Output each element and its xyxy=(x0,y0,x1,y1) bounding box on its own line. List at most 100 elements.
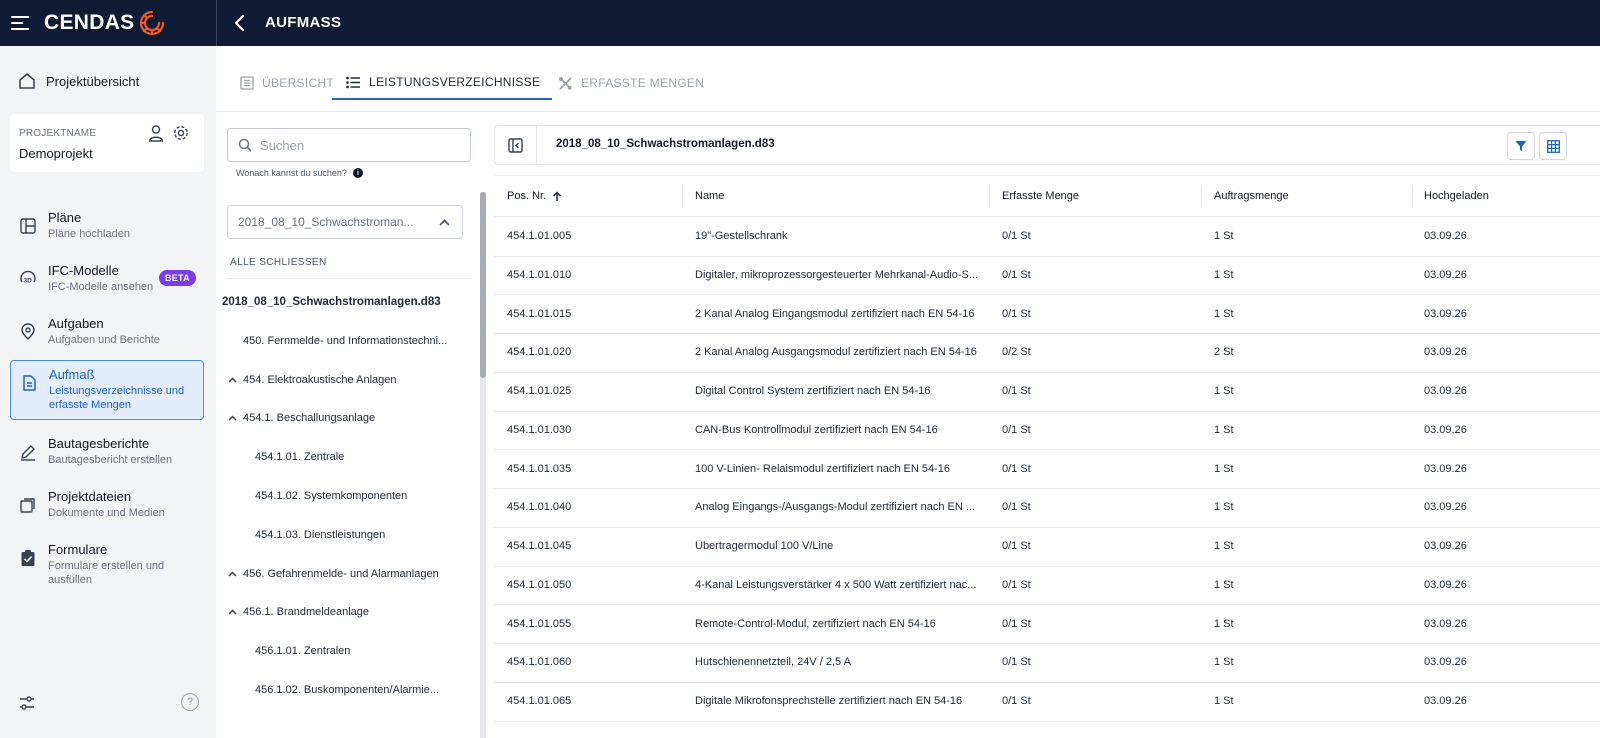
tree-item[interactable]: 454. Elektroakustische Anlagen xyxy=(228,374,397,386)
table-row[interactable]: 454.1.01.015 2 Kanal Analog Eingangsmodul… xyxy=(494,295,1600,334)
cell-hochgeladen: 03.09.26 xyxy=(1424,501,1467,514)
tree-item[interactable]: 456. Gefahrenmelde- und Alarmanlagen xyxy=(228,568,439,580)
topbar-divider xyxy=(216,0,217,46)
project-name: Demoprojekt xyxy=(19,146,93,161)
column-header-name[interactable]: Name xyxy=(695,190,724,202)
cell-erfasste-menge: 0/1 St xyxy=(1002,462,1031,475)
sidebar-item-bautagesberichte[interactable]: Bautagesberichte Bautagesbericht erstelle… xyxy=(10,430,204,473)
table-row[interactable]: 454.1.01.030 CAN-Bus Kontrollmodul zertif… xyxy=(494,411,1600,451)
cell-auftragsmenge: 1 St xyxy=(1214,385,1234,397)
cell-pos-nr: 454.1.01.040 xyxy=(507,501,572,514)
search-placeholder: Suchen xyxy=(260,137,305,153)
table-row[interactable]: 454.1.01.035 100 V-Linien- Relaismodul ze… xyxy=(494,450,1600,489)
table-row[interactable]: 454.1.01.005 19"-Gestellschrank 0/1 St 1 St… xyxy=(494,217,1600,257)
back-button[interactable] xyxy=(226,9,254,37)
gear-icon[interactable] xyxy=(172,124,190,142)
table-row[interactable]: 454.1.01.055 Remote-Control-Modul, zertif… xyxy=(494,605,1600,644)
tab-leistungsverzeichnisse[interactable]: LEISTUNGSVERZEICHNISSE xyxy=(332,66,553,100)
column-header-auftragsmenge[interactable]: Auftragsmenge xyxy=(1214,190,1289,202)
column-header-pos-nr[interactable]: Pos. Nr. xyxy=(507,190,562,202)
table-row[interactable]: 454.1.01.065 Digitale Mikrofonsprechstell… xyxy=(494,682,1600,722)
tab-uebersicht[interactable]: ÜBERSICHT xyxy=(236,66,338,100)
sidebar-item-plaene[interactable]: Pläne Pläne hochladen xyxy=(10,204,204,247)
cell-name: 4-Kanal Leistungsverstärker 4 x 500 Watt… xyxy=(695,578,977,591)
sidebar-item-aufmass[interactable]: Aufmaß Leistungsverzeichnisse und erfasst… xyxy=(10,360,204,420)
user-icon[interactable] xyxy=(148,124,164,142)
table-row[interactable]: 454.1.01.050 4-Kanal Leistungsverstärker … xyxy=(494,566,1600,606)
sidebar-item-title: Pläne xyxy=(48,210,82,225)
chevron-up-icon[interactable] xyxy=(228,609,237,615)
column-header-erfasste-menge[interactable]: Erfasste Menge xyxy=(1002,190,1079,202)
cell-auftragsmenge: 1 St xyxy=(1214,540,1234,552)
cell-hochgeladen: 03.09.26 xyxy=(1424,656,1467,669)
sidebar-item-title: Formulare xyxy=(48,542,108,557)
cell-erfasste-menge: 0/1 St xyxy=(1002,617,1031,630)
cell-name: Hutschienennetzteil, 24V / 2,5 A xyxy=(695,656,851,669)
table-header: Pos. Nr. Name Erfasste Menge Auftragsmen… xyxy=(494,175,1600,217)
cell-erfasste-menge: 0/1 St xyxy=(1002,230,1031,242)
tab-bar: ÜBERSICHT LEISTUNGSVERZEICHNISSE ERFASST… xyxy=(216,46,1600,112)
cell-name: 2 Kanal Analog Eingangsmodul zertifizier… xyxy=(695,307,975,320)
tab-label: LEISTUNGSVERZEICHNISSE xyxy=(369,75,541,89)
tree-item[interactable]: 454.1.02. Systemkomponenten xyxy=(255,490,407,502)
logo[interactable]: CENDAS xyxy=(44,9,166,37)
tree-item[interactable]: 454.1.01. Zentrale xyxy=(255,451,344,463)
sidebar-item-project-overview[interactable]: Projektübersicht xyxy=(18,72,139,90)
tab-label: ERFASSTE MENGEN xyxy=(581,76,705,90)
tree-item[interactable]: 2018_08_10_Schwachstromanlagen.d83 xyxy=(222,296,441,308)
tab-erfasste-mengen[interactable]: ERFASSTE MENGEN xyxy=(554,66,708,100)
cell-erfasste-menge: 0/1 St xyxy=(1002,695,1031,707)
table-row[interactable]: 454.1.01.025 Digital Control System zerti… xyxy=(494,372,1600,412)
close-all-button[interactable]: ALLE SCHLIESSEN xyxy=(230,257,327,268)
tree-item[interactable]: 456.1. Brandmeldeanlage xyxy=(228,606,369,618)
table-row[interactable]: 454.1.01.020 2 Kanal Analog Ausgangsmodul… xyxy=(494,333,1600,373)
table-row[interactable]: 454.1.01.060 Hutschienennetzteil, 24V / 2… xyxy=(494,643,1600,683)
help-icon[interactable]: ? xyxy=(181,693,199,711)
sidebar: Projektübersicht PROJEKTNAME Demoprojekt… xyxy=(0,46,216,738)
tree-item[interactable]: 456.1.02. Buskomponenten/Alarmie... xyxy=(255,684,439,696)
chevron-up-icon[interactable] xyxy=(228,571,237,577)
tree-scrollbar-thumb[interactable] xyxy=(480,192,486,378)
column-separator xyxy=(1412,186,1413,208)
chevron-up-icon[interactable] xyxy=(228,415,237,421)
table-row[interactable]: 454.1.01.040 Analog Eingangs-/Ausgangs-Mo… xyxy=(494,488,1600,528)
beta-badge: BETA xyxy=(158,270,196,286)
search-hint[interactable]: Wonach kannst du suchen? i xyxy=(236,168,363,178)
info-icon[interactable]: i xyxy=(352,168,363,178)
column-header-label: Pos. Nr. xyxy=(507,190,547,202)
cell-name: Digitale Mikrofonsprechstelle zertifizie… xyxy=(695,695,963,707)
menu-icon[interactable] xyxy=(0,0,38,46)
cell-auftragsmenge: 1 St xyxy=(1214,617,1234,630)
chevron-up-icon[interactable] xyxy=(228,377,237,383)
sidebar-item-aufgaben[interactable]: Aufgaben Aufgaben und Berichte xyxy=(10,310,204,353)
sidebar-item-formulare[interactable]: Formulare Formulare erstellen und ausfüll… xyxy=(10,536,204,593)
collapse-panel-button[interactable] xyxy=(495,126,537,164)
table-row[interactable]: 454.1.01.045 Übertragermodul 100 V/Line 0/… xyxy=(494,527,1600,567)
search-input[interactable]: Suchen xyxy=(227,128,471,162)
document-icon xyxy=(23,375,36,391)
tree-item[interactable]: 450. Fernmelde- und Informationstechni..… xyxy=(243,335,447,347)
table-row[interactable]: 454.1.01.010 Digitaler, mikroprozessorges… xyxy=(494,256,1600,296)
tree-item[interactable]: 454.1.03. Dienstleistungen xyxy=(255,529,385,541)
cell-auftragsmenge: 1 St xyxy=(1214,230,1234,242)
cell-auftragsmenge: 1 St xyxy=(1214,501,1234,514)
tree-item[interactable]: 456.1.01. Zentralen xyxy=(255,645,350,657)
column-header-hochgeladen[interactable]: Hochgeladen xyxy=(1424,190,1489,202)
sidebar-item-projektdateien[interactable]: Projektdateien Dokumente und Medien xyxy=(10,483,204,526)
table-view-button[interactable] xyxy=(1539,132,1567,160)
cell-erfasste-menge: 0/1 St xyxy=(1002,268,1031,281)
filter-button[interactable] xyxy=(1507,132,1535,160)
tree-item[interactable]: 454.1. Beschallungsanlage xyxy=(228,412,375,424)
file-select-value: 2018_08_10_Schwachstroman... xyxy=(238,215,414,229)
file-select[interactable]: 2018_08_10_Schwachstroman... xyxy=(227,205,463,239)
settings-sliders-icon[interactable] xyxy=(18,694,36,712)
cell-auftragsmenge: 1 St xyxy=(1214,462,1234,475)
project-card: PROJEKTNAME Demoprojekt xyxy=(10,114,204,172)
sort-ascending-icon xyxy=(553,191,562,201)
cell-name: Remote-Control-Modul, zertifiziert nach … xyxy=(695,617,936,630)
svg-text:3D: 3D xyxy=(24,278,33,285)
sidebar-item-ifc-modelle[interactable]: 3D IFC-Modelle IFC-Modelle ansehen BETA xyxy=(10,257,204,300)
page-title: AUFMASS xyxy=(265,14,342,31)
cell-name: 2 Kanal Analog Ausgangsmodul zertifizier… xyxy=(695,346,977,359)
tree-item-label: 456. Gefahrenmelde- und Alarmanlagen xyxy=(243,567,439,580)
